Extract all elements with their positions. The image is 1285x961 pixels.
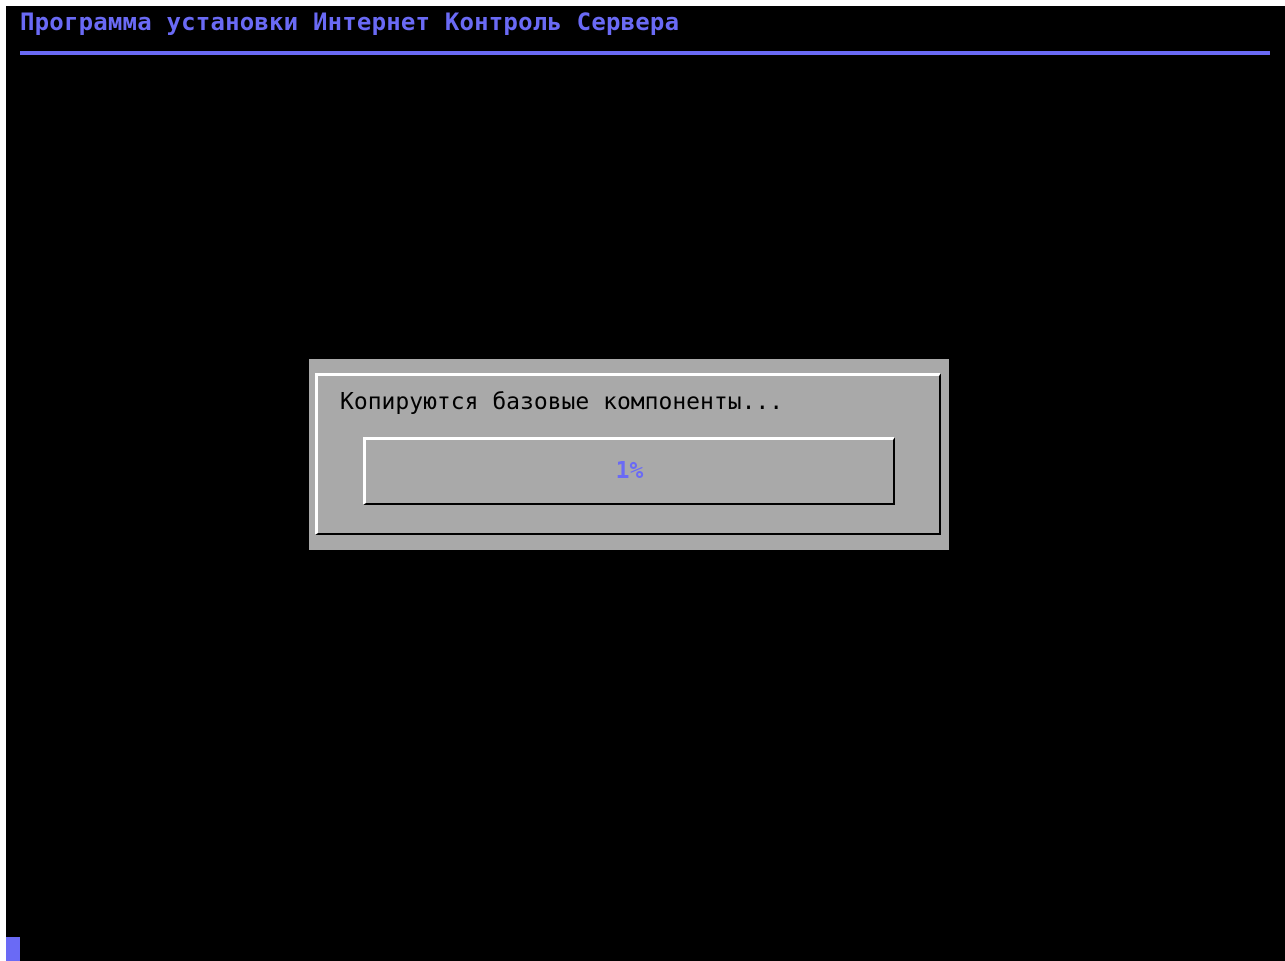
text-cursor <box>6 937 20 961</box>
status-message: Копируются базовые компоненты... <box>340 389 784 415</box>
installer-title: Программа установки Интернет Контроль Се… <box>20 8 680 36</box>
progress-dialog: Копируются базовые компоненты... 1% <box>309 359 949 550</box>
title-divider <box>20 51 1270 55</box>
progress-bar: 1% <box>363 437 895 505</box>
progress-percent: 1% <box>615 458 644 484</box>
installer-screen: Программа установки Интернет Контроль Се… <box>6 6 1285 961</box>
